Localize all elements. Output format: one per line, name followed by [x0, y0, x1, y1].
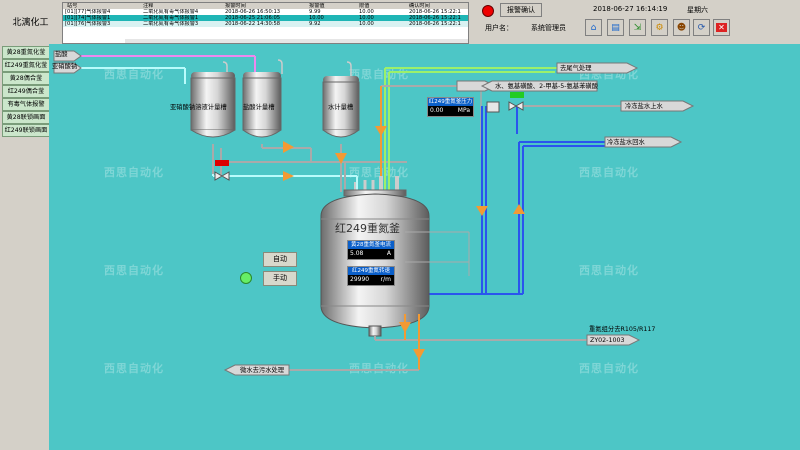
nitrite-label: 亚硝酸钠: [52, 63, 78, 70]
brine-in-label: 冷冻盐水上水: [625, 103, 663, 110]
reactor-pressure-readout: 红249重氮釜压力 0.00 MPa: [427, 97, 474, 117]
user-name: 系统管理员: [531, 24, 566, 32]
alarm-ack-button[interactable]: 报警确认: [500, 3, 542, 17]
brine-valve-actuator[interactable]: [510, 92, 524, 98]
tank-water-label: 水计量槽: [328, 104, 354, 111]
wastewater-label: 微水去污水处理: [240, 367, 285, 374]
exhaust-label: 去尾气处理: [560, 65, 592, 72]
tank-nitrite-solution: [190, 72, 236, 174]
nav-item-r249-coupling[interactable]: 红249偶合釜: [2, 85, 50, 98]
table-row[interactable]: [01][76]气体报警3 二氧化氮有毒气体报警3 2018-06-22 14:…: [63, 21, 468, 27]
left-nav: 黄28重氮化釜 红249重氮化釜 黄28偶合釜 红249偶合釜 有毒气体报警 黄…: [0, 44, 50, 450]
nav-item-r249-diazo[interactable]: 红249重氮化釜: [2, 59, 50, 72]
manual-button[interactable]: 手动: [263, 271, 297, 286]
nitrite-feed-pipe: [69, 67, 186, 84]
top-bar: 北漓化工 站号 注释 报警时间 报警值 限值 确认时间 [01][77]气体报警…: [0, 0, 800, 45]
reactor-label: 红249重氮釜: [335, 222, 400, 235]
feed-label: 水、氨基磺酸、2-甲基-5-氨基苯磺酸: [495, 83, 598, 90]
tank-nitrite-label: 亚硝酸钠溶液计量槽: [170, 104, 227, 111]
product-tag-label: ZY02-1003: [590, 337, 625, 344]
auto-button[interactable]: 自动: [263, 252, 297, 267]
nav-item-y28-coupling[interactable]: 黄28偶合釜: [2, 72, 50, 85]
brine-out-label: 冷冻盐水回水: [607, 139, 645, 146]
print-icon: ▤: [611, 22, 620, 33]
home-icon: ⌂: [590, 22, 597, 33]
nav-item-gas-alarm[interactable]: 有毒气体报警: [2, 98, 50, 111]
user-button[interactable]: ☻: [673, 19, 690, 36]
flow-arrow: [283, 141, 294, 153]
hcl-to-reactor-pipe: [220, 144, 407, 176]
status-lamp-icon: [240, 272, 252, 284]
process-area: 西思自动化 西思自动化 西思自动化 西思自动化 西思自动化 西思自动化 西思自动…: [49, 44, 800, 450]
export-icon: ⇲: [633, 22, 642, 33]
switch-button[interactable]: ⟳: [693, 19, 710, 36]
gear-icon: ⚙: [655, 22, 664, 33]
user-label: 用户名：: [485, 24, 513, 32]
print-button[interactable]: ▤: [607, 19, 624, 36]
nav-item-r249-interlock[interactable]: 红249联锁画面: [2, 124, 50, 137]
home-button[interactable]: ⌂: [585, 19, 602, 36]
brine-supply-pipe: [481, 105, 621, 294]
alarm-lamp-icon: [482, 5, 494, 17]
exit-button[interactable]: ✕: [713, 19, 730, 36]
brine-return-pipe: [518, 141, 605, 294]
close-icon: ✕: [716, 23, 727, 32]
alarm-table[interactable]: 站号 注释 报警时间 报警值 限值 确认时间 [01][77]气体报警4 二氧化…: [62, 2, 469, 44]
stirrer-speed-readout: 红249重氮转速 29990 r/m: [347, 266, 395, 286]
stirrer-current-readout: 黄28重氮釜电流 5.08 A: [347, 240, 395, 260]
nitrite-valve-actuator[interactable]: [215, 160, 229, 166]
hcl-label: 盐酸: [55, 51, 68, 58]
datetime: 2018-06-27 16:14:19: [593, 5, 668, 13]
flow-arrow: [283, 171, 294, 181]
nav-item-y28-interlock[interactable]: 黄28联锁画面: [2, 111, 50, 124]
settings-button[interactable]: ⚙: [651, 19, 668, 36]
export-button[interactable]: ⇲: [629, 19, 646, 36]
nav-item-y28-diazo[interactable]: 黄28重氮化釜: [2, 46, 50, 59]
weekday: 星期六: [687, 6, 708, 14]
user-icon: ☻: [676, 22, 687, 33]
refresh-icon: ⟳: [697, 22, 706, 33]
process-diagram: [53, 50, 695, 376]
product-label: 重氮组分去R105/R117: [589, 326, 656, 333]
tank-hcl-label: 盐酸计量槽: [243, 104, 275, 111]
pressure-transmitter-icon: [486, 101, 500, 113]
company-name: 北漓化工: [12, 17, 49, 28]
